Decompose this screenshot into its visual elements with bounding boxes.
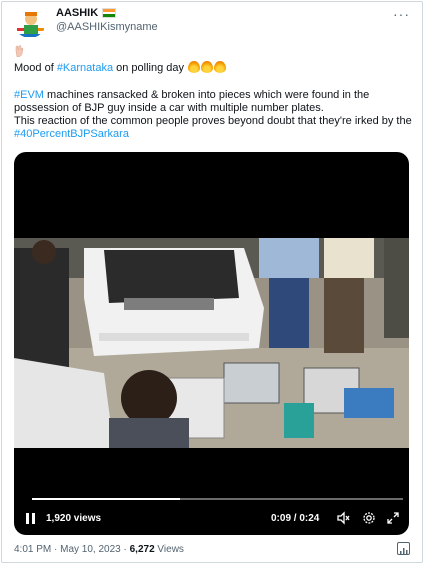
fullscreen-expand-icon[interactable] bbox=[386, 511, 400, 525]
avatar[interactable] bbox=[14, 6, 46, 38]
pause-icon[interactable] bbox=[26, 513, 36, 524]
fire-icon bbox=[214, 61, 227, 73]
settings-gear-icon[interactable] bbox=[362, 511, 376, 525]
video-frame-image bbox=[14, 238, 409, 448]
fire-icon bbox=[201, 61, 214, 73]
video-progress-fill bbox=[32, 498, 181, 500]
avatar-cartoon-icon bbox=[14, 6, 46, 38]
video-controls: 1,920 views 0:09 / 0:24 bbox=[14, 509, 409, 529]
video-player[interactable]: 1,920 views 0:09 / 0:24 bbox=[14, 152, 409, 535]
display-name[interactable]: AASHIK bbox=[56, 7, 98, 19]
video-views: 1,920 views bbox=[46, 513, 102, 524]
fire-icon bbox=[188, 61, 201, 73]
tweet-timestamp[interactable]: 4:01 PM · May 10, 2023 · bbox=[14, 544, 130, 555]
tweet-footer: 4:01 PM · May 10, 2023 · 6,272 Views bbox=[14, 544, 184, 555]
analytics-icon[interactable] bbox=[397, 542, 410, 555]
hashtag-40percentbjpsarkara[interactable]: #40PercentBJPSarkara bbox=[14, 128, 129, 140]
bar-graph-icon bbox=[400, 548, 408, 554]
india-flag-icon bbox=[102, 8, 117, 18]
video-progress-bar[interactable] bbox=[32, 498, 403, 500]
volume-muted-icon[interactable] bbox=[336, 511, 350, 525]
user-handle[interactable]: @AASHIKismyname bbox=[56, 21, 158, 33]
more-dots-icon[interactable]: ··· bbox=[393, 6, 410, 22]
hashtag-evm[interactable]: #EVM bbox=[14, 89, 44, 101]
raised-hand-icon bbox=[15, 45, 24, 57]
views-count: 6,272 bbox=[129, 544, 155, 555]
video-time: 0:09 / 0:24 bbox=[271, 513, 320, 524]
hashtag-karnataka[interactable]: #Karnataka bbox=[57, 62, 113, 74]
tweet-line1: Mood of #Karnataka on polling day bbox=[14, 61, 227, 74]
tweet-body: #EVM machines ransacked & broken into pi… bbox=[14, 89, 412, 140]
